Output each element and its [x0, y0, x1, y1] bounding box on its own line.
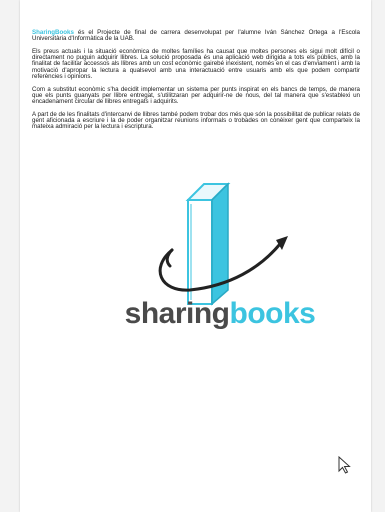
- extra-features-paragraph: A part de de les finalitats d'intercanvi…: [32, 110, 360, 131]
- points-system-paragraph: Com a substitut econòmic s'ha decidit im…: [32, 85, 360, 106]
- wordmark-books: books: [229, 297, 316, 330]
- intro-paragraph: SharingBooks és el Projecte de final de …: [32, 29, 360, 43]
- document-page: SharingBooks és el Projecte de final de …: [20, 0, 371, 512]
- intro-text: és el Projecte de final de carrera desen…: [32, 29, 360, 43]
- wordmark-sharing: sharing: [124, 297, 230, 330]
- project-description: SharingBooks és el Projecte de final de …: [32, 29, 360, 137]
- sharingbooks-wordmark: sharingbooks: [120, 296, 320, 332]
- context-paragraph: Els preus actuals i la situació econòmic…: [32, 47, 360, 81]
- mouse-pointer-icon: [338, 456, 351, 474]
